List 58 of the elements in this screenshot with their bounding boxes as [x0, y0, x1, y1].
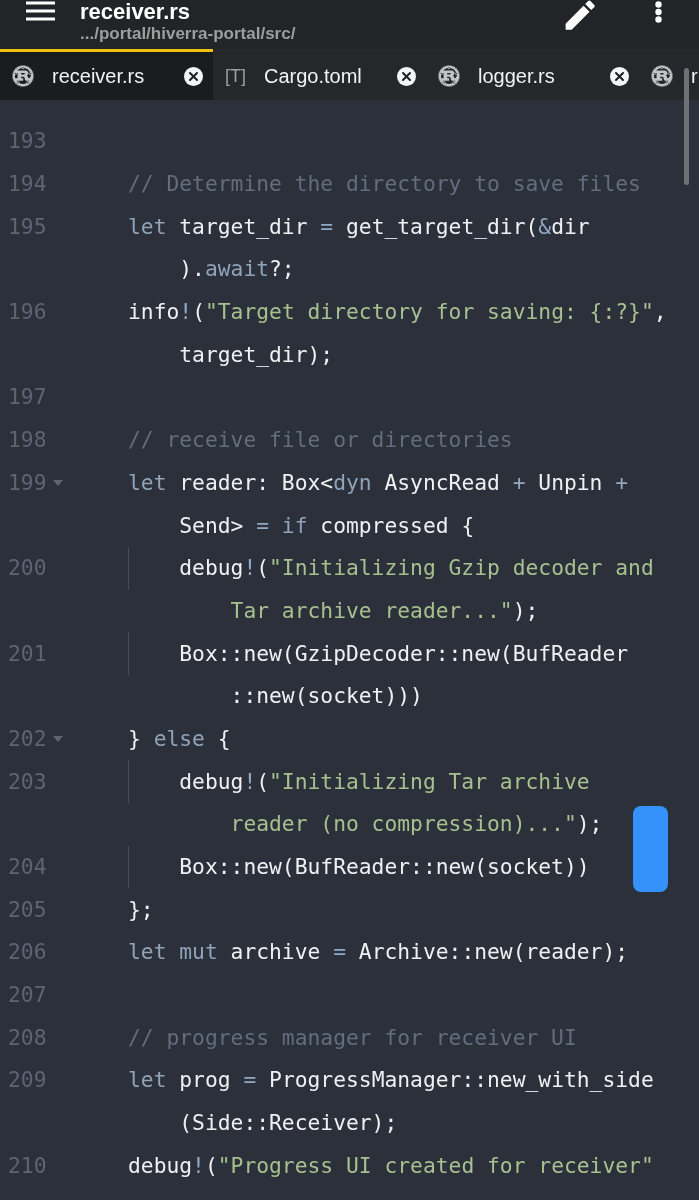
- gear-logo-icon: [438, 65, 460, 87]
- code-line: debug!("Initializing Tar archive: [179, 767, 590, 796]
- code-line: debug!("Progress UI created for receiver": [128, 1151, 654, 1180]
- code-line: let target_dir = get_target_dir(&dir: [128, 212, 590, 241]
- code-line: // Determine the directory to save files: [128, 170, 641, 199]
- menu-icon[interactable]: [26, 1, 55, 21]
- line-number: 208: [8, 1024, 47, 1051]
- fast-scroll-handle[interactable]: [633, 806, 668, 892]
- tab[interactable]: [T] Cargo.toml: [213, 49, 426, 100]
- line-number: 202: [8, 725, 47, 752]
- more-icon[interactable]: [655, 1, 662, 23]
- code-line: // progress manager for receiver UI: [128, 1023, 577, 1052]
- file-path: .../portal/hiverra-portal/src/: [80, 24, 296, 44]
- code-line: reader (no compression)...");: [230, 810, 603, 839]
- line-number: 206: [8, 939, 47, 966]
- code-line: Send> = if compressed {: [179, 511, 475, 540]
- gear-logo-icon: [12, 65, 34, 87]
- tab[interactable]: receiver.rs: [0, 49, 213, 100]
- line-number: 197: [8, 384, 47, 411]
- gear-logo-icon: [651, 65, 673, 87]
- line-number: 209: [8, 1067, 47, 1094]
- line-number: 194: [8, 171, 47, 198]
- line-number: 210: [8, 1152, 47, 1179]
- scrollbar-thumb[interactable]: [684, 68, 689, 185]
- pencil-icon[interactable]: [564, 0, 596, 30]
- code-line: ).await?;: [179, 255, 295, 284]
- code-line: Box::new(GzipDecoder::new(BufReader: [179, 639, 629, 668]
- close-icon[interactable]: [184, 66, 203, 86]
- line-number: 204: [8, 854, 47, 881]
- line-number: 195: [8, 213, 47, 240]
- line-number: 200: [8, 555, 47, 582]
- code-line: let reader: Box<dyn AsyncRead + Unpin +: [128, 468, 629, 497]
- line-number: 207: [8, 982, 47, 1009]
- code-line: Tar archive reader...");: [230, 596, 539, 625]
- code-line: } else {: [128, 724, 231, 753]
- file-title: receiver.rs: [80, 0, 192, 24]
- tab[interactable]: r: [639, 49, 699, 100]
- code-line: info!("Target directory for saving: {:?}",: [128, 298, 667, 327]
- file-type-label: [T]: [225, 65, 246, 87]
- code-line: Box::new(BufReader::new(socket)): [179, 853, 590, 882]
- line-number: 205: [8, 896, 47, 923]
- close-icon[interactable]: [397, 66, 416, 86]
- code-line: let prog = ProgressManager::new_with_side: [128, 1066, 654, 1095]
- line-number: 193: [8, 128, 47, 155]
- tab[interactable]: logger.rs: [426, 49, 639, 100]
- line-number: 203: [8, 768, 47, 795]
- code-line: // receive file or directories: [128, 426, 513, 455]
- code-line: };: [128, 895, 154, 924]
- code-line: debug!("Initializing Gzip decoder and: [179, 554, 654, 583]
- code-line: (Side::Receiver);: [179, 1109, 398, 1138]
- line-number: 201: [8, 640, 47, 667]
- line-number: 196: [8, 299, 47, 326]
- code-line: ::new(socket))): [230, 682, 423, 711]
- code-line: target_dir);: [179, 340, 334, 369]
- code-line: let mut archive = Archive::new(reader);: [128, 938, 629, 967]
- line-number: 198: [8, 427, 47, 454]
- line-number: 199: [8, 469, 47, 496]
- close-icon[interactable]: [610, 66, 629, 86]
